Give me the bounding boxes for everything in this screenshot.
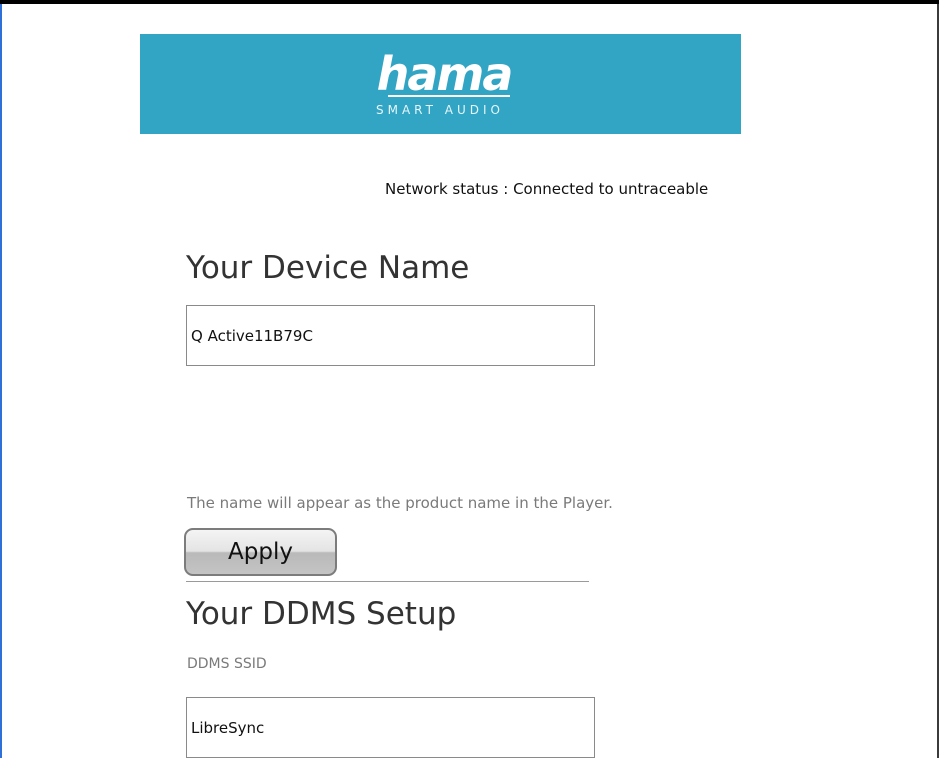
device-name-title: Your Device Name	[186, 250, 470, 286]
ddms-setup-title: Your DDMS Setup	[186, 596, 457, 632]
logo-wordmark: hama	[376, 47, 514, 101]
logo-subtitle: SMART AUDIO	[375, 103, 504, 117]
window-left-border	[0, 4, 2, 758]
device-name-hint: The name will appear as the product name…	[187, 494, 613, 512]
header-banner: hama SMART AUDIO	[140, 34, 741, 134]
section-divider	[186, 581, 589, 582]
apply-button[interactable]: Apply	[184, 528, 337, 576]
device-name-input[interactable]	[186, 305, 595, 366]
ddms-ssid-input[interactable]	[186, 697, 595, 758]
logo-underline	[388, 95, 510, 97]
window-top-border	[0, 0, 939, 4]
hama-logo: hama SMART AUDIO	[140, 34, 741, 134]
ddms-ssid-label: DDMS SSID	[187, 656, 267, 672]
network-status: Network status : Connected to untraceabl…	[385, 180, 709, 198]
